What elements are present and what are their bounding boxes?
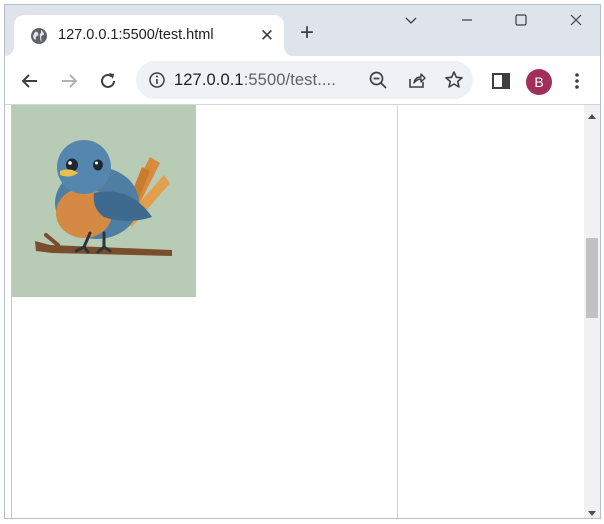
reload-icon [101, 73, 115, 88]
avatar[interactable]: B [526, 69, 552, 95]
close-icon [570, 14, 582, 26]
new-tab-button[interactable]: + [294, 20, 320, 46]
back-button[interactable] [19, 70, 41, 92]
address-bar[interactable]: 127.0.0.1:5500/test.... [136, 61, 473, 99]
url-host: 127.0.0.1 [174, 71, 244, 89]
page-viewport [5, 105, 600, 518]
bird-illustration [12, 105, 196, 297]
toolbar: 127.0.0.1:5500/test.... B [5, 56, 600, 105]
tab-close-button[interactable]: ✕ [257, 26, 277, 46]
url-path: :5500/test.... [243, 71, 336, 89]
scrollbar-thumb[interactable] [586, 238, 598, 318]
more-vert-icon [575, 73, 579, 89]
panel-divider [397, 105, 398, 518]
zoom-out-icon[interactable] [368, 70, 388, 95]
tab-active[interactable]: 127.0.0.1:5500/test.html ✕ [5, 15, 294, 56]
maximize-icon [515, 14, 527, 26]
tab-strip: 127.0.0.1:5500/test.html ✕ + [5, 5, 600, 56]
vertical-scrollbar[interactable] [584, 105, 600, 518]
share-icon[interactable] [407, 70, 427, 95]
info-icon[interactable] [148, 71, 166, 94]
forward-button[interactable] [58, 70, 80, 92]
star-icon[interactable] [444, 70, 464, 95]
globe-icon [30, 27, 48, 45]
menu-button[interactable] [566, 70, 588, 92]
forward-arrow-icon [62, 74, 78, 88]
side-panel-icon [492, 73, 510, 89]
scroll-down-icon[interactable] [584, 506, 600, 518]
minimize-icon [462, 19, 472, 21]
scroll-up-icon[interactable] [584, 108, 600, 124]
reload-button[interactable] [97, 70, 119, 92]
chevron-down-icon [405, 17, 417, 24]
url-text[interactable]: 127.0.0.1:5500/test.... [174, 71, 336, 90]
tab-title: 127.0.0.1:5500/test.html [58, 27, 214, 43]
browser-window: 127.0.0.1:5500/test.html ✕ + 127.0.0.1:5… [4, 4, 601, 519]
side-panel-button[interactable] [490, 70, 512, 92]
tab-search-button[interactable] [391, 7, 431, 35]
close-window-button[interactable] [556, 7, 596, 35]
minimize-button[interactable] [447, 7, 487, 35]
maximize-button[interactable] [501, 7, 541, 35]
back-arrow-icon [21, 74, 37, 88]
